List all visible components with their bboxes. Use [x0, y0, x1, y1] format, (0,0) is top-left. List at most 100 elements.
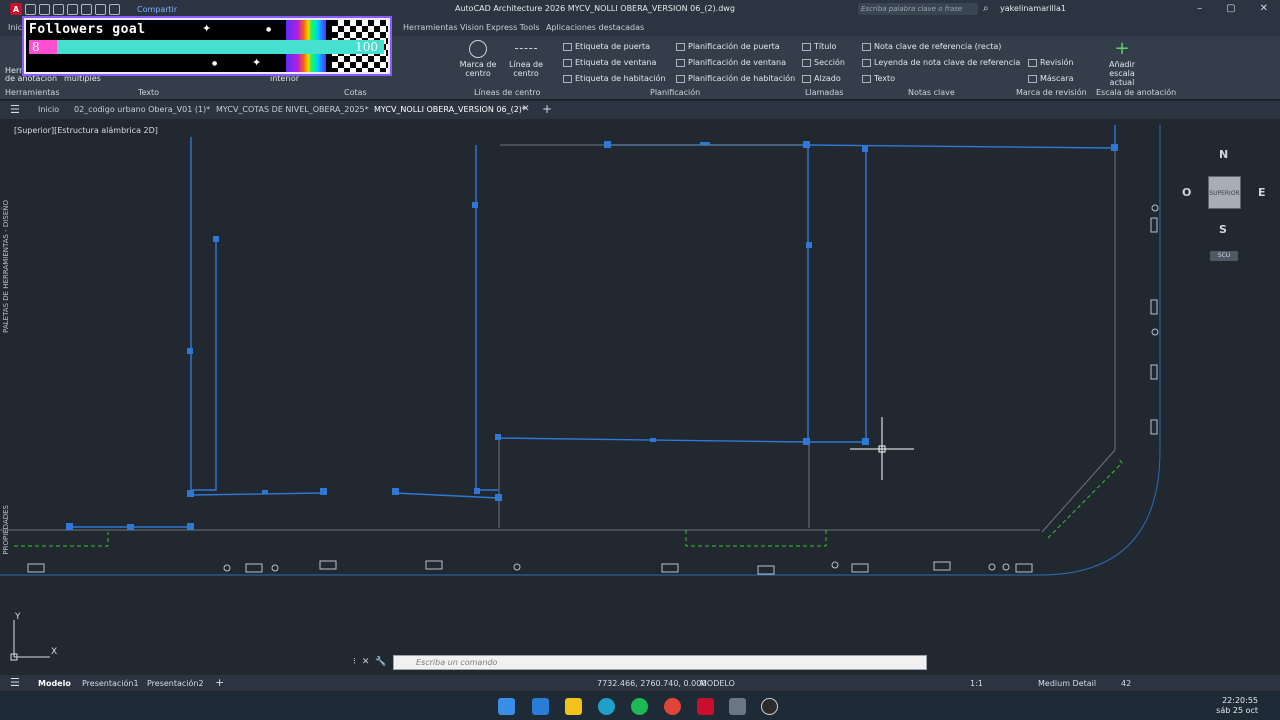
- new-file-icon[interactable]: [25, 3, 36, 15]
- door-tag-button[interactable]: Etiqueta de puerta: [563, 42, 650, 51]
- spotify-icon[interactable]: [631, 698, 648, 715]
- polyline-block-right[interactable]: [497, 148, 867, 443]
- polyline-lot-center[interactable]: [475, 145, 498, 491]
- center-line-button[interactable]: Línea de centro: [496, 40, 556, 78]
- center-mark-icon: [469, 40, 487, 58]
- elevation-callout-button[interactable]: Alzado: [802, 74, 841, 83]
- windows-start-icon[interactable]: [498, 698, 515, 715]
- calculator-icon[interactable]: [729, 698, 746, 715]
- keynote-straight-button[interactable]: Nota clave de referencia (recta): [862, 42, 1001, 51]
- polyline-bottom-center[interactable]: [394, 492, 500, 499]
- selected-polylines[interactable]: [68, 125, 1116, 528]
- open-file-icon[interactable]: [39, 3, 50, 15]
- plot-icon[interactable]: [81, 3, 92, 15]
- model-space-toggle[interactable]: MODELO: [700, 679, 735, 688]
- drawing-entities[interactable]: [0, 120, 1280, 675]
- autocad-taskbar-icon[interactable]: [697, 698, 714, 715]
- add-current-scale-button[interactable]: + Añadir escala actual: [1098, 40, 1146, 88]
- save-as-icon[interactable]: [67, 3, 78, 15]
- redo-icon[interactable]: [109, 3, 120, 15]
- customize-icon[interactable]: 🔧: [375, 657, 386, 667]
- tool-palette-strip[interactable]: PALETAS DE HERRAMIENTAS - DISEÑO PROPIED…: [0, 120, 12, 580]
- tab-inicio[interactable]: Inici: [8, 23, 24, 32]
- tab-herramientas-vision[interactable]: Herramientas Vision: [403, 23, 484, 32]
- street-curb[interactable]: [0, 125, 1161, 576]
- mask-button[interactable]: Máscara: [1028, 74, 1073, 83]
- keynote-legend-button[interactable]: Leyenda de nota clave de referencia: [862, 58, 1020, 67]
- detail-level[interactable]: Medium Detail: [1038, 679, 1096, 688]
- system-clock[interactable]: 22:20:55 sáb 25 oct: [1216, 696, 1258, 716]
- autocad-logo-icon[interactable]: A: [10, 3, 22, 15]
- minimize-icon[interactable]: –: [1197, 3, 1202, 14]
- store-icon[interactable]: [565, 698, 582, 715]
- door-schedule-button[interactable]: Planificación de puerta: [676, 42, 780, 51]
- share-button[interactable]: Compartir: [137, 5, 177, 14]
- window-tag-button[interactable]: Etiqueta de ventana: [563, 58, 656, 67]
- close-command-icon[interactable]: ✕: [362, 657, 370, 667]
- window-schedule-button[interactable]: Planificación de ventana: [676, 58, 786, 67]
- group-herramientas[interactable]: Herramientas: [5, 88, 60, 97]
- close-tab-icon[interactable]: ✕: [522, 104, 530, 114]
- green-hatch-outlines[interactable]: [14, 457, 1123, 547]
- unselected-lines[interactable]: [0, 144, 1116, 533]
- room-tag-button[interactable]: Etiqueta de habitación: [563, 74, 666, 83]
- compass-east[interactable]: E: [1258, 186, 1266, 199]
- tab-layout1[interactable]: Presentación1: [82, 679, 139, 688]
- polyline-lot-left[interactable]: [190, 137, 217, 491]
- search-icon[interactable]: ⌕: [983, 3, 989, 14]
- viewcube-top-face[interactable]: SUPERIOR: [1208, 176, 1241, 209]
- mask-icon: [1028, 74, 1037, 83]
- add-layout-icon[interactable]: +: [215, 676, 224, 689]
- grip-points[interactable]: [66, 141, 1118, 530]
- section-callout-button[interactable]: Sección: [802, 58, 845, 67]
- command-input[interactable]: Escriba un comando: [393, 655, 927, 670]
- doc-tab-nolli-obera[interactable]: MYCV_NOLLI OBERA_VERSION 06_(2)*: [374, 105, 526, 114]
- user-account[interactable]: yakelinamarilla1: [1000, 4, 1066, 13]
- revision-button[interactable]: Revisión: [1028, 58, 1073, 67]
- doc-tab-cotas-nivel[interactable]: MYCV_COTAS DE NIVEL_OBERA_2025*: [216, 105, 369, 114]
- polyline-top-right[interactable]: [807, 125, 1116, 149]
- save-icon[interactable]: [53, 3, 64, 15]
- edge-icon[interactable]: [598, 698, 615, 715]
- new-tab-icon[interactable]: +: [542, 102, 552, 116]
- group-texto[interactable]: Texto: [138, 88, 159, 97]
- cut-plane-value[interactable]: 42: [1121, 679, 1131, 688]
- wcs-menu[interactable]: SCU: [1210, 251, 1238, 261]
- compass-west[interactable]: O: [1182, 186, 1191, 199]
- app-menu-icon[interactable]: ☰: [10, 103, 20, 116]
- compass-north[interactable]: N: [1219, 148, 1228, 161]
- center-mark-button[interactable]: Marca de centro: [458, 40, 498, 78]
- tab-model[interactable]: Modelo: [38, 679, 71, 688]
- group-cotas[interactable]: Cotas: [344, 88, 367, 97]
- group-escala-anotacion[interactable]: Escala de anotación: [1096, 88, 1176, 97]
- obs-icon[interactable]: [761, 698, 778, 715]
- group-notas-clave[interactable]: Notas clave: [908, 88, 955, 97]
- text-button[interactable]: Texto: [862, 74, 895, 83]
- compass-south[interactable]: S: [1219, 223, 1227, 236]
- room-schedule-button[interactable]: Planificación de habitación: [676, 74, 795, 83]
- group-llamadas[interactable]: Llamadas: [805, 88, 843, 97]
- group-lineas-centro[interactable]: Líneas de centro: [474, 88, 540, 97]
- doc-tab-inicio[interactable]: Inicio: [38, 105, 59, 114]
- tab-layout2[interactable]: Presentación2: [147, 679, 204, 688]
- group-marca-revision[interactable]: Marca de revisión: [1016, 88, 1087, 97]
- tab-express-tools[interactable]: Express Tools: [486, 23, 540, 32]
- doc-tab-codigo-urbano[interactable]: 02_codigo urbano Obera_V01 (1)*: [74, 105, 210, 114]
- maximize-icon[interactable]: ▢: [1226, 3, 1235, 14]
- layout-menu-icon[interactable]: ☰: [10, 676, 20, 689]
- file-explorer-icon[interactable]: [532, 698, 549, 715]
- tab-aplicaciones-destacadas[interactable]: Aplicaciones destacadas: [546, 23, 644, 32]
- viewcube[interactable]: N O E S SUPERIOR SCU: [1180, 148, 1270, 268]
- polyline-top-edge[interactable]: [608, 144, 809, 442]
- coordinate-readout[interactable]: 7732.466, 2760.740, 0.000: [597, 679, 706, 688]
- close-icon[interactable]: ✕: [1260, 3, 1268, 14]
- viewport-label[interactable]: [Superior][Estructura alámbrica 2D]: [14, 126, 158, 135]
- title-callout-button[interactable]: Título: [802, 42, 836, 51]
- help-search-input[interactable]: Escriba palabra clave o frase: [858, 3, 978, 15]
- group-planificacion[interactable]: Planificación: [650, 88, 700, 97]
- undo-icon[interactable]: [95, 3, 106, 15]
- grip-icon[interactable]: ⁝: [353, 657, 356, 667]
- chrome-icon[interactable]: [664, 698, 681, 715]
- polyline-bottom-left[interactable]: [190, 492, 324, 496]
- annotation-scale[interactable]: 1:1: [970, 679, 983, 688]
